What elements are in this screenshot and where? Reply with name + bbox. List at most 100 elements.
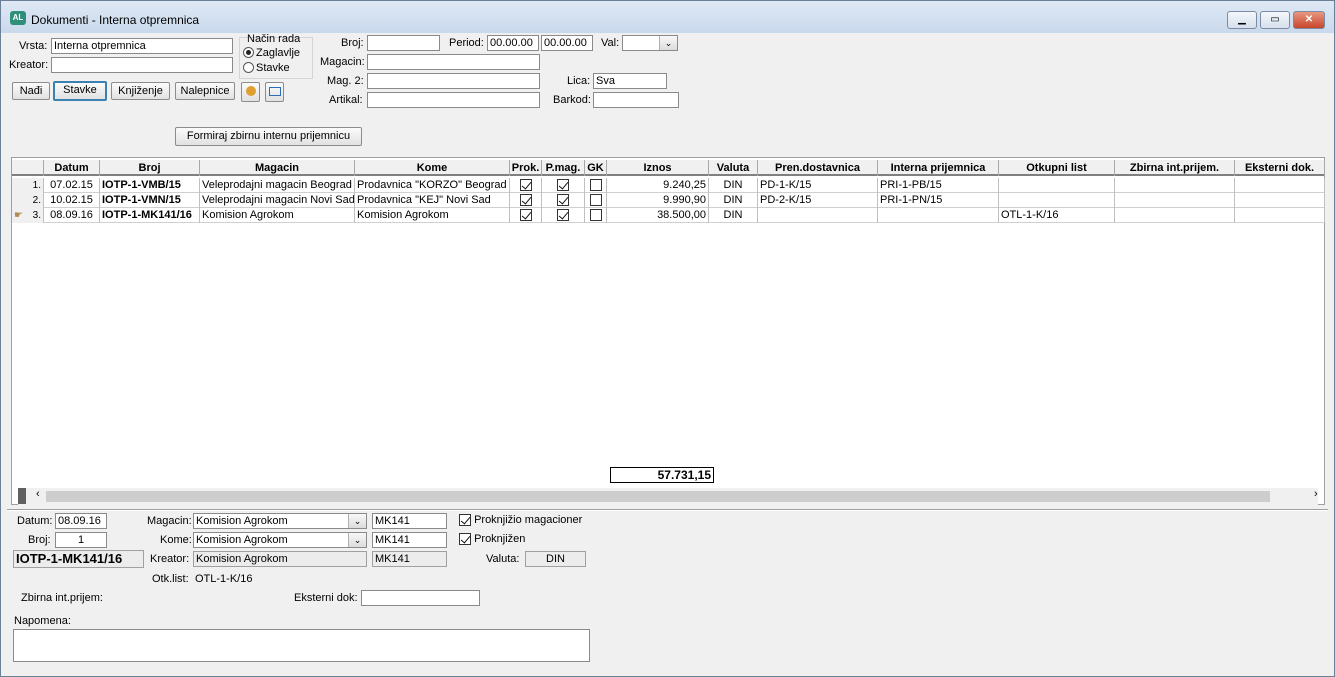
period-to-input[interactable]: 00.00.00 xyxy=(541,35,593,51)
frozen-column-marker xyxy=(18,488,26,504)
cell-gk[interactable] xyxy=(585,208,607,223)
cell-otkupni: OTL-1-K/16 xyxy=(999,208,1115,223)
horizontal-scrollbar[interactable]: ‹ › xyxy=(18,488,1318,506)
vrsta-input[interactable]: Interna otpremnica xyxy=(51,38,233,54)
row-index: 2. xyxy=(12,193,44,208)
checkbox-unchecked-icon xyxy=(589,179,602,192)
col-gk[interactable]: GK xyxy=(585,160,607,176)
cell-pmag[interactable] xyxy=(542,208,585,223)
cell-gk[interactable] xyxy=(585,193,607,208)
detail-magacin-select[interactable]: Komision Agrokom ⌄ xyxy=(193,513,367,529)
nalepnice-button[interactable]: Nalepnice xyxy=(175,82,235,100)
detail-kome-code[interactable]: MK141 xyxy=(372,532,447,548)
checkbox-checked-icon xyxy=(459,514,471,527)
detail-broj-input[interactable]: 1 xyxy=(55,532,107,548)
proknjizen-label: Proknjižen xyxy=(474,533,526,545)
magacin-filter-label: Magacin: xyxy=(320,56,365,68)
col-iznos[interactable]: Iznos xyxy=(607,160,709,176)
detail-magacin-code[interactable]: MK141 xyxy=(372,513,447,529)
proknjizio-label: Proknjižio magacioner xyxy=(474,514,583,526)
checkbox-checked-icon xyxy=(519,179,532,192)
stavke-button[interactable]: Stavke xyxy=(53,81,107,101)
napomena-textarea[interactable] xyxy=(13,629,590,662)
col-eksterni[interactable]: Eksterni dok. xyxy=(1235,160,1325,176)
detail-zbirna-label: Zbirna int.prijem: xyxy=(21,592,103,604)
val-select[interactable]: ⌄ xyxy=(622,35,678,51)
cell-datum: 08.09.16 xyxy=(44,208,100,223)
vrsta-label: Vrsta: xyxy=(19,40,48,52)
app-logo-icon: AL xyxy=(10,11,26,25)
user-info-button[interactable] xyxy=(241,82,260,102)
close-button[interactable]: ✕ xyxy=(1293,11,1325,29)
cell-pmag[interactable] xyxy=(542,193,585,208)
cell-kome: Prodavnica "KEJ" Novi Sad xyxy=(355,193,510,208)
kreator-input[interactable] xyxy=(51,57,233,73)
cell-magacin: Veleprodajni magacin Novi Sad xyxy=(202,193,355,208)
col-magacin[interactable]: Magacin xyxy=(200,160,355,176)
mag2-input[interactable] xyxy=(367,73,540,89)
radio-unselected-icon xyxy=(243,62,254,73)
cell-pmag[interactable] xyxy=(542,178,585,193)
table-row[interactable]: 2. 10.02.15 IOTP-1-VMN/15 Veleprodajni m… xyxy=(12,193,1325,208)
cell-prok[interactable] xyxy=(510,193,542,208)
cell-pren: PD-1-K/15 xyxy=(758,178,878,193)
chevron-down-icon[interactable]: ⌄ xyxy=(659,36,677,50)
cell-otkupni xyxy=(999,178,1115,193)
detail-datum-input[interactable]: 08.09.16 xyxy=(55,513,107,529)
col-pmag[interactable]: P.mag. xyxy=(542,160,585,176)
cell-otkupni xyxy=(999,193,1115,208)
nadji-button[interactable]: Nađi xyxy=(12,82,50,100)
period-from-input[interactable]: 00.00.00 xyxy=(487,35,539,51)
col-zbirna[interactable]: Zbirna int.prijem. xyxy=(1115,160,1235,176)
col-valuta[interactable]: Valuta xyxy=(709,160,758,176)
mode-stavke-radio[interactable]: Stavke xyxy=(243,62,290,74)
lica-input[interactable]: Sva xyxy=(593,73,667,89)
col-otkupni-list[interactable]: Otkupni list xyxy=(999,160,1115,176)
detail-eksterni-label: Eksterni dok: xyxy=(294,592,358,604)
row-indicator-header xyxy=(12,160,44,176)
proknjizen-checkbox[interactable]: Proknjižen xyxy=(459,533,526,546)
col-datum[interactable]: Datum xyxy=(44,160,100,176)
cell-magacin: Komision Agrokom xyxy=(200,208,355,223)
artikal-input[interactable] xyxy=(367,92,540,108)
chevron-down-icon[interactable]: ⌄ xyxy=(348,533,366,547)
barkod-input[interactable] xyxy=(593,92,679,108)
checkbox-unchecked-icon xyxy=(589,194,602,207)
cell-datum: 07.02.15 xyxy=(44,178,100,193)
magacin-filter-input[interactable] xyxy=(367,54,540,70)
detail-kome-select[interactable]: Komision Agrokom ⌄ xyxy=(193,532,367,548)
scroll-right-icon[interactable]: › xyxy=(1314,488,1318,500)
client-area: Vrsta: Interna otpremnica Kreator: Način… xyxy=(7,33,1328,671)
broj-input[interactable] xyxy=(367,35,440,51)
col-broj[interactable]: Broj xyxy=(100,160,200,176)
artikal-label: Artikal: xyxy=(329,94,363,106)
detail-eksterni-input[interactable] xyxy=(361,590,480,606)
col-pren-dostavnica[interactable]: Pren.dostavnica xyxy=(758,160,878,176)
proknjizio-checkbox[interactable]: Proknjižio magacioner xyxy=(459,514,583,527)
mode-zaglavlje-radio[interactable]: Zaglavlje xyxy=(243,47,300,59)
link-docs-button[interactable] xyxy=(265,82,284,102)
cell-gk[interactable] xyxy=(585,178,607,193)
grid-header: Datum Broj Magacin Kome Prok. P.mag. GK … xyxy=(12,160,1325,176)
col-interna-prijemnica[interactable]: Interna prijemnica xyxy=(878,160,999,176)
col-kome[interactable]: Kome xyxy=(355,160,510,176)
minimize-button[interactable]: ▁ xyxy=(1227,11,1257,29)
formiraj-button[interactable]: Formiraj zbirnu internu prijemnicu xyxy=(175,127,362,146)
scroll-left-icon[interactable]: ‹ xyxy=(36,488,40,500)
cell-broj: IOTP-1-MK141/16 xyxy=(100,208,200,223)
detail-kome-label: Kome: xyxy=(160,534,192,546)
cell-prok[interactable] xyxy=(510,178,542,193)
broj-label: Broj: xyxy=(341,37,364,49)
col-prok[interactable]: Prok. xyxy=(510,160,542,176)
detail-magacin-label: Magacin: xyxy=(147,515,192,527)
table-row[interactable]: ☛ 3. 08.09.16 IOTP-1-MK141/16 Komision Ag… xyxy=(12,208,1325,223)
cell-prok[interactable] xyxy=(510,208,542,223)
cell-broj: IOTP-1-VMB/15 xyxy=(100,178,200,193)
table-row[interactable]: 1. 07.02.15 IOTP-1-VMB/15 Veleprodajni m… xyxy=(12,178,1325,193)
knjizenje-button[interactable]: Knjiženje xyxy=(111,82,170,100)
scroll-thumb[interactable] xyxy=(46,491,1270,502)
maximize-button[interactable]: ▭ xyxy=(1260,11,1290,29)
hand-pointer-icon: ☛ xyxy=(14,210,23,221)
chevron-down-icon[interactable]: ⌄ xyxy=(348,514,366,528)
lica-label: Lica: xyxy=(567,75,591,87)
